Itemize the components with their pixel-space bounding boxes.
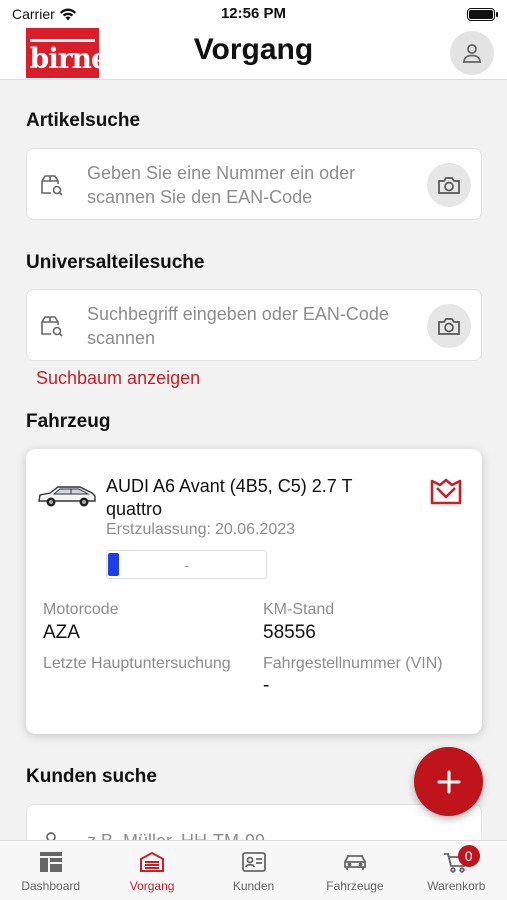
article-scan-button[interactable]	[427, 163, 471, 207]
user-icon	[463, 44, 481, 63]
car-icon	[344, 855, 366, 870]
mileage-value: 58556	[263, 622, 316, 643]
profile-button[interactable]	[450, 31, 494, 75]
tab-vorgang[interactable]: Vorgang	[101, 841, 202, 900]
package-search-icon	[41, 175, 63, 196]
universal-search-title: Universalteilesuche	[26, 252, 205, 273]
tab-label: Kunden	[232, 879, 275, 893]
engine-code-label: Motorcode	[43, 601, 119, 618]
tab-warenkorb[interactable]: 0 Warenkorb	[406, 841, 507, 900]
app-header: birner Vorgang	[0, 28, 507, 80]
plus-icon	[437, 770, 460, 793]
tab-dashboard[interactable]: Dashboard	[0, 841, 101, 900]
bottom-tab-bar: Dashboard Vorgang Kunden Fahrzeuge 0 War…	[0, 840, 507, 900]
vin-value: -	[263, 675, 270, 696]
tab-label: Dashboard	[21, 879, 81, 893]
inspection-label: Letzte Hauptuntersuchung	[43, 655, 231, 672]
garage-icon	[140, 851, 165, 872]
universal-search-input[interactable]: Suchbegriff eingeben oder EAN-Code scann…	[26, 289, 482, 361]
contact-card-icon	[241, 852, 266, 872]
universal-scan-button[interactable]	[427, 304, 471, 348]
battery-icon	[467, 8, 498, 21]
cart-count-badge: 0	[457, 845, 480, 867]
add-button[interactable]	[414, 747, 483, 816]
vehicle-card[interactable]: AUDI A6 Avant (4B5, C5) 2.7 T quattro Er…	[26, 449, 482, 734]
tab-fahrzeuge[interactable]: Fahrzeuge	[304, 841, 405, 900]
tab-label: Warenkorb	[427, 879, 486, 893]
article-search-input[interactable]: Geben Sie eine Nummer ein oder scannen S…	[26, 148, 482, 220]
dashboard-icon	[39, 852, 62, 872]
tab-kunden[interactable]: Kunden	[203, 841, 304, 900]
vehicle-name: AUDI A6 Avant (4B5, C5) 2.7 T quattro	[106, 476, 353, 519]
article-search-placeholder: Geben Sie eine Nummer ein oder scannen S…	[87, 163, 356, 207]
package-search-icon	[41, 316, 63, 337]
tab-label: Fahrzeuge	[326, 879, 384, 893]
camera-icon	[438, 177, 460, 194]
engine-code-value: AZA	[43, 622, 80, 643]
tab-label: Vorgang	[129, 879, 175, 893]
status-bar: Carrier 12:56 PM	[0, 0, 507, 28]
show-search-tree-link[interactable]: Suchbaum anzeigen	[36, 368, 200, 389]
registration-info: Erstzulassung: 20.06.2023	[106, 521, 295, 539]
service-manual-icon[interactable]	[430, 477, 462, 507]
article-search-title: Artikelsuche	[26, 110, 141, 131]
vin-label: Fahrgestellnummer (VIN)	[263, 655, 443, 672]
registration-date: 20.06.2023	[214, 521, 296, 538]
station-wagon-icon	[38, 486, 96, 507]
page-title: Vorgang	[193, 33, 314, 66]
vehicle-section-title: Fahrzeug	[26, 411, 111, 432]
vehicle-progress-bar: -	[106, 550, 267, 579]
progress-text: -	[184, 557, 189, 573]
mileage-label: KM-Stand	[263, 601, 335, 618]
universal-search-placeholder: Suchbegriff eingeben oder EAN-Code scann…	[87, 304, 389, 348]
customer-search-title: Kunden suche	[26, 766, 157, 787]
camera-icon	[438, 318, 460, 335]
clock: 12:56 PM	[220, 5, 287, 22]
registration-label: Erstzulassung:	[106, 521, 211, 538]
